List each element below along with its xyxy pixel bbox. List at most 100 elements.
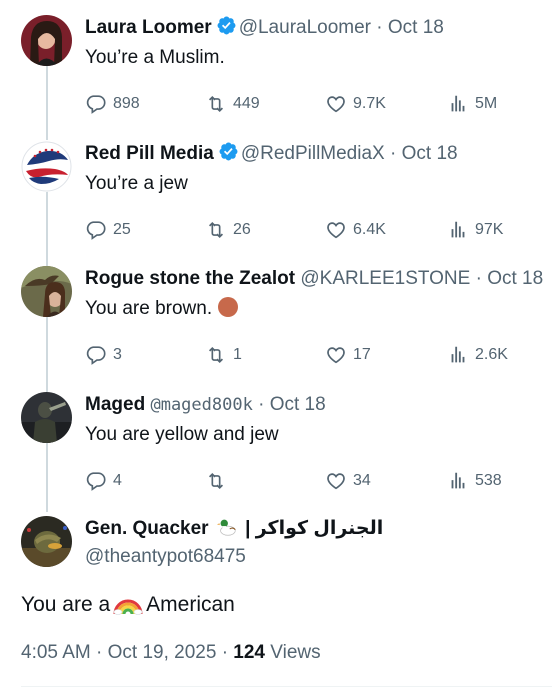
like-button[interactable]: 17 (325, 342, 371, 368)
reply-icon (86, 221, 106, 240)
repost-count: 26 (233, 221, 251, 238)
duck-emoji-icon (216, 519, 236, 536)
repost-button[interactable]: 1 (205, 342, 242, 368)
reply-button[interactable]: 25 (85, 217, 131, 243)
like-count: 34 (353, 472, 371, 489)
heart-icon (327, 347, 345, 364)
avatar[interactable] (21, 516, 72, 567)
repost-button[interactable]: 449 (205, 91, 260, 117)
repost-count: 1 (233, 346, 242, 363)
views-button[interactable]: 5M (447, 91, 497, 117)
avatar[interactable] (21, 141, 72, 192)
tweet-text-after: American (146, 593, 235, 616)
action-bar: 4 34 538 (85, 468, 525, 494)
views-count: 124 (233, 642, 265, 663)
repost-icon (208, 472, 224, 490)
like-count: 6.4K (353, 221, 386, 238)
views-chart-icon (451, 221, 465, 238)
reply-button[interactable]: 3 (85, 342, 122, 368)
tweet-date[interactable]: Oct 18 (487, 268, 543, 289)
reply-icon (86, 472, 106, 491)
separator: · (376, 17, 383, 38)
reply-tweet[interactable]: Maged @maged800k · Oct 18 You are yellow… (0, 392, 552, 502)
tweet-time[interactable]: 4:05 AM (21, 642, 91, 663)
separator: · (221, 642, 229, 663)
separator: · (96, 642, 103, 663)
author-name[interactable]: Laura Loomer (85, 17, 212, 38)
like-count: 17 (353, 346, 371, 363)
verified-badge-icon (219, 142, 238, 161)
views-count: 5M (475, 95, 498, 112)
avatar[interactable] (21, 15, 72, 66)
tweet-text: You are yellow and jew (85, 424, 279, 445)
repost-button[interactable]: 26 (205, 217, 251, 243)
tweet-date[interactable]: Oct 19, 2025 (108, 642, 217, 663)
views-button[interactable]: 97K (447, 217, 503, 243)
divider (21, 686, 552, 687)
views-count: 538 (475, 472, 502, 489)
author-name-suffix: | الجنرال كواكر (245, 518, 384, 539)
views-chart-icon (451, 95, 465, 112)
reply-button[interactable]: 4 (85, 468, 122, 494)
tweet-text-before: You are a (21, 593, 111, 616)
reply-icon (86, 346, 106, 365)
reply-tweet[interactable]: Rogue stone the Zealot @KARLEE1STONE · O… (0, 266, 552, 376)
views-count: 2.6K (475, 346, 508, 363)
like-button[interactable]: 6.4K (325, 217, 386, 243)
author-name[interactable]: Gen. Quacker | الجنرال كواكر (85, 516, 383, 542)
action-bar: 3 1 17 2.6K (85, 342, 525, 368)
heart-icon (327, 473, 345, 490)
tweet-header: Maged @maged800k · Oct 18 (85, 392, 326, 418)
like-button[interactable]: 9.7K (325, 91, 386, 117)
repost-icon (208, 221, 224, 239)
repost-count: 449 (233, 95, 260, 112)
brown-circle-emoji-icon (218, 297, 239, 317)
heart-icon (327, 96, 345, 113)
repost-button[interactable] (205, 468, 233, 494)
author-handle[interactable]: @LauraLoomer (239, 17, 371, 38)
author-handle[interactable]: @theantypot68475 (85, 544, 246, 570)
like-count: 9.7K (353, 95, 386, 112)
tweet-text: You are a American (21, 590, 235, 619)
author-name[interactable]: Maged (85, 394, 145, 415)
reply-button[interactable]: 898 (85, 91, 140, 117)
avatar[interactable] (21, 392, 72, 443)
tweet-header: Rogue stone the Zealot @KARLEE1STONE · O… (85, 266, 543, 292)
like-button[interactable]: 34 (325, 468, 371, 494)
tweet-header: Laura Loomer @LauraLoomer · Oct 18 (85, 15, 444, 41)
separator: · (390, 143, 397, 164)
views-chart-icon (451, 346, 465, 363)
tweet-header: Red Pill Media @RedPillMediaX · Oct 18 (85, 141, 458, 167)
reply-icon (86, 95, 106, 114)
tweet-text: You’re a Muslim. (85, 47, 225, 68)
avatar[interactable] (21, 266, 72, 317)
tweet-text: You are brown. (85, 296, 239, 322)
author-handle[interactable]: @maged800k (150, 395, 252, 415)
tweet-text-content: You are brown. (85, 298, 213, 319)
tweet-date[interactable]: Oct 18 (270, 394, 326, 415)
reply-tweet[interactable]: Red Pill Media @RedPillMediaX · Oct 18 Yo… (0, 141, 552, 251)
tweet-date[interactable]: Oct 18 (388, 17, 444, 38)
views-chart-icon (451, 472, 465, 489)
author-handle[interactable]: @KARLEE1STONE (300, 268, 470, 289)
separator: · (258, 394, 265, 415)
reply-count: 898 (113, 95, 140, 112)
repost-icon (208, 346, 224, 364)
tweet-date[interactable]: Oct 18 (402, 143, 458, 164)
separator: · (475, 268, 482, 289)
views-button[interactable]: 2.6K (447, 342, 508, 368)
views-button[interactable]: 538 (447, 468, 502, 494)
views-label: Views (270, 642, 321, 663)
action-bar: 898 449 9.7K 5M (85, 91, 525, 117)
heart-icon (327, 222, 345, 239)
author-handle[interactable]: @RedPillMediaX (241, 143, 385, 164)
verified-badge-icon (217, 16, 236, 35)
reply-tweet[interactable]: Laura Loomer @LauraLoomer · Oct 18 You’re… (0, 15, 552, 125)
rainbow-emoji-icon (113, 599, 143, 615)
reply-count: 25 (113, 221, 131, 238)
author-name[interactable]: Red Pill Media (85, 143, 214, 164)
reply-count: 3 (113, 346, 122, 363)
tweet-text: You’re a jew (85, 173, 188, 194)
author-name[interactable]: Rogue stone the Zealot (85, 268, 295, 289)
tweet-meta: 4:05 AM · Oct 19, 2025 · 124 Views (21, 640, 321, 666)
